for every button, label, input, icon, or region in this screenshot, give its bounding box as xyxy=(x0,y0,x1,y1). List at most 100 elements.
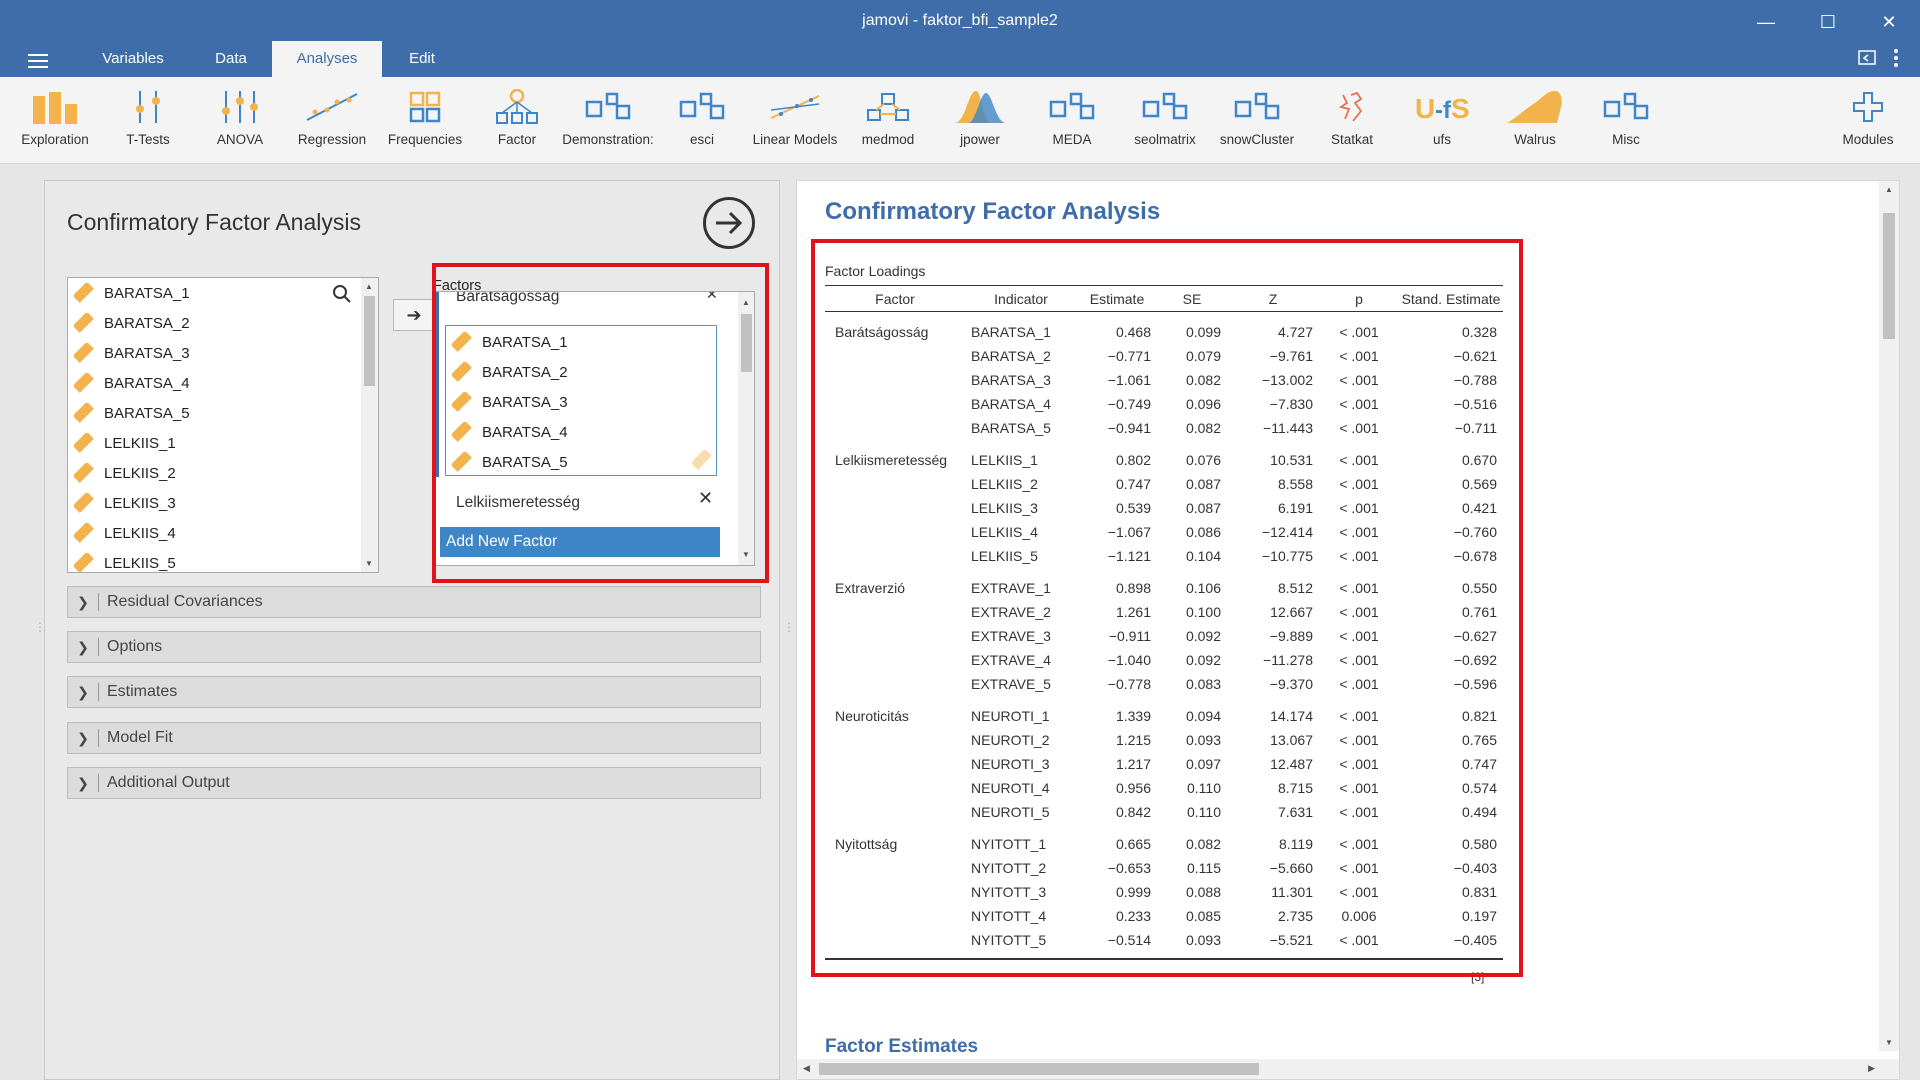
menu-icon[interactable] xyxy=(28,54,48,68)
ufs-icon: U -f S xyxy=(1404,85,1480,129)
close-icon[interactable]: ✕ xyxy=(706,292,718,303)
middle-splitter-handle[interactable]: ⋮ xyxy=(783,620,795,634)
ribbon-seolmatrix[interactable]: seolmatrix xyxy=(1124,85,1206,161)
results-horizontal-scrollbar[interactable]: ◀ ▶ xyxy=(797,1059,1899,1079)
cell-estimate: 1.339 xyxy=(1115,707,1151,724)
section-estimates[interactable]: ❯ Estimates xyxy=(67,676,761,708)
list-item[interactable]: BARATSA_5 xyxy=(452,447,568,477)
cell-stand-estimate: 0.747 xyxy=(1461,755,1497,772)
ribbon-ufs[interactable]: U -f S ufs xyxy=(1404,85,1480,161)
list-item[interactable]: BARATSA_1 xyxy=(452,327,568,357)
close-button[interactable]: ✕ xyxy=(1869,8,1909,36)
scroll-left-icon[interactable]: ◀ xyxy=(803,1063,810,1074)
scroll-down-icon[interactable]: ▼ xyxy=(365,559,373,568)
scroll-down-icon[interactable]: ▼ xyxy=(1885,1038,1893,1047)
ribbon-anova[interactable]: ANOVA xyxy=(202,85,278,161)
tab-variables[interactable]: Variables xyxy=(86,41,180,77)
maximize-button[interactable]: ☐ xyxy=(1808,8,1848,36)
factor-name-2[interactable]: Lelkiismeretesség xyxy=(456,494,580,512)
list-item[interactable]: BARATSA_2 xyxy=(74,308,190,338)
factors-scrollbar[interactable]: ▲ ▼ xyxy=(738,292,754,565)
results-vertical-scrollbar[interactable]: ▲ ▼ xyxy=(1879,181,1899,1051)
cell-indicator: NEUROTI_2 xyxy=(971,731,1050,748)
factor-name-1[interactable]: Barátságosság xyxy=(456,292,559,306)
run-analysis-button[interactable] xyxy=(703,197,755,249)
list-item[interactable]: BARATSA_3 xyxy=(74,338,190,368)
ribbon-snowcluster[interactable]: snowCluster xyxy=(1214,85,1300,161)
scrollbar-thumb[interactable] xyxy=(364,296,375,386)
search-icon[interactable] xyxy=(332,284,352,309)
ribbon-frequencies[interactable]: Frequencies xyxy=(384,85,466,161)
scrollbar-thumb[interactable] xyxy=(741,314,752,372)
ribbon-factor[interactable]: Factor xyxy=(478,85,556,161)
tab-data[interactable]: Data xyxy=(196,41,266,77)
more-options-icon[interactable] xyxy=(1893,48,1899,71)
list-item[interactable]: BARATSA_2 xyxy=(452,357,568,387)
scroll-up-icon[interactable]: ▲ xyxy=(742,298,750,307)
minimize-button[interactable]: — xyxy=(1746,8,1786,36)
ribbon-t-tests[interactable]: T-Tests xyxy=(110,85,186,161)
scroll-right-icon[interactable]: ▶ xyxy=(1868,1063,1875,1074)
cell-estimate: 0.999 xyxy=(1115,883,1151,900)
scroll-up-icon[interactable]: ▲ xyxy=(1885,185,1893,194)
cell-stand-estimate: 0.197 xyxy=(1461,907,1497,924)
scrollbar-thumb[interactable] xyxy=(819,1063,1259,1075)
list-item[interactable]: BARATSA_4 xyxy=(452,417,568,447)
move-to-factor-button[interactable]: ➔ xyxy=(393,299,435,331)
add-new-factor-button[interactable]: Add New Factor xyxy=(440,527,720,557)
continuous-variable-icon xyxy=(74,343,94,363)
ribbon-walrus[interactable]: Walrus xyxy=(1496,85,1574,161)
mode-icon[interactable] xyxy=(1858,50,1876,69)
cell-indicator: BARATSA_5 xyxy=(971,419,1051,436)
list-item[interactable]: BARATSA_4 xyxy=(74,368,190,398)
column-header: Indicator xyxy=(965,285,1077,312)
module-icon xyxy=(1214,85,1300,129)
list-item[interactable]: BARATSA_3 xyxy=(452,387,568,417)
tab-analyses[interactable]: Analyses xyxy=(272,41,382,77)
cell-estimate: 0.898 xyxy=(1115,579,1151,596)
scroll-down-icon[interactable]: ▼ xyxy=(742,550,750,559)
cell-factor: Neuroticitás xyxy=(835,707,909,724)
ribbon-medmod[interactable]: medmod xyxy=(852,85,924,161)
variable-list-scrollbar[interactable]: ▲ ▼ xyxy=(361,278,378,572)
list-item[interactable]: LELKIIS_4 xyxy=(74,518,176,548)
section-residual-covariances[interactable]: ❯ Residual Covariances xyxy=(67,586,761,618)
variable-list[interactable]: BARATSA_1 BARATSA_2 BARATSA_3 BARATSA_4 … xyxy=(67,277,379,573)
ribbon-modules[interactable]: Modules xyxy=(1826,85,1910,161)
close-icon[interactable]: ✕ xyxy=(698,488,713,509)
cell-se: 0.092 xyxy=(1185,651,1221,668)
cell-factor xyxy=(825,520,965,544)
medmod-icon xyxy=(852,85,924,129)
ribbon-demonstration[interactable]: Demonstration: xyxy=(558,85,658,161)
cell-z: −9.761 xyxy=(1269,347,1313,364)
tab-edit[interactable]: Edit xyxy=(390,41,454,77)
factor-1-variables[interactable]: BARATSA_1 BARATSA_2 BARATSA_3 BARATSA_4 … xyxy=(445,325,717,476)
ribbon-esci[interactable]: esci xyxy=(666,85,738,161)
list-item[interactable]: BARATSA_5 xyxy=(74,398,190,428)
cell-indicator: LELKIIS_1 xyxy=(971,451,1038,468)
list-item[interactable]: LELKIIS_1 xyxy=(74,428,176,458)
cell-stand-estimate: −0.627 xyxy=(1453,627,1497,644)
cell-se: 0.100 xyxy=(1185,603,1221,620)
ribbon-misc[interactable]: Misc xyxy=(1590,85,1662,161)
ribbon-meda[interactable]: MEDA xyxy=(1036,85,1108,161)
cell-factor xyxy=(825,344,965,368)
ribbon-exploration[interactable]: Exploration xyxy=(14,85,96,161)
ribbon-jpower[interactable]: jpower xyxy=(942,85,1018,161)
list-item[interactable]: LELKIIS_5 xyxy=(74,548,176,572)
cell-p: < .001 xyxy=(1339,547,1379,564)
section-additional-output[interactable]: ❯ Additional Output xyxy=(67,767,761,799)
ribbon-statkat[interactable]: Statkat xyxy=(1316,85,1388,161)
scroll-up-icon[interactable]: ▲ xyxy=(365,282,373,291)
list-item[interactable]: BARATSA_1 xyxy=(74,278,190,308)
scrollbar-thumb[interactable] xyxy=(1883,213,1895,339)
linear-models-icon xyxy=(748,85,842,129)
section-model-fit[interactable]: ❯ Model Fit xyxy=(67,722,761,754)
ribbon-regression[interactable]: Regression xyxy=(292,85,372,161)
ribbon-linear-models[interactable]: Linear Models xyxy=(748,85,842,161)
cell-se: 0.087 xyxy=(1185,499,1221,516)
list-item[interactable]: LELKIIS_3 xyxy=(74,488,176,518)
section-options[interactable]: ❯ Options xyxy=(67,631,761,663)
factors-list[interactable]: Barátságosság ✕ BARATSA_1 BARATSA_2 BARA… xyxy=(433,291,755,566)
list-item[interactable]: LELKIIS_2 xyxy=(74,458,176,488)
